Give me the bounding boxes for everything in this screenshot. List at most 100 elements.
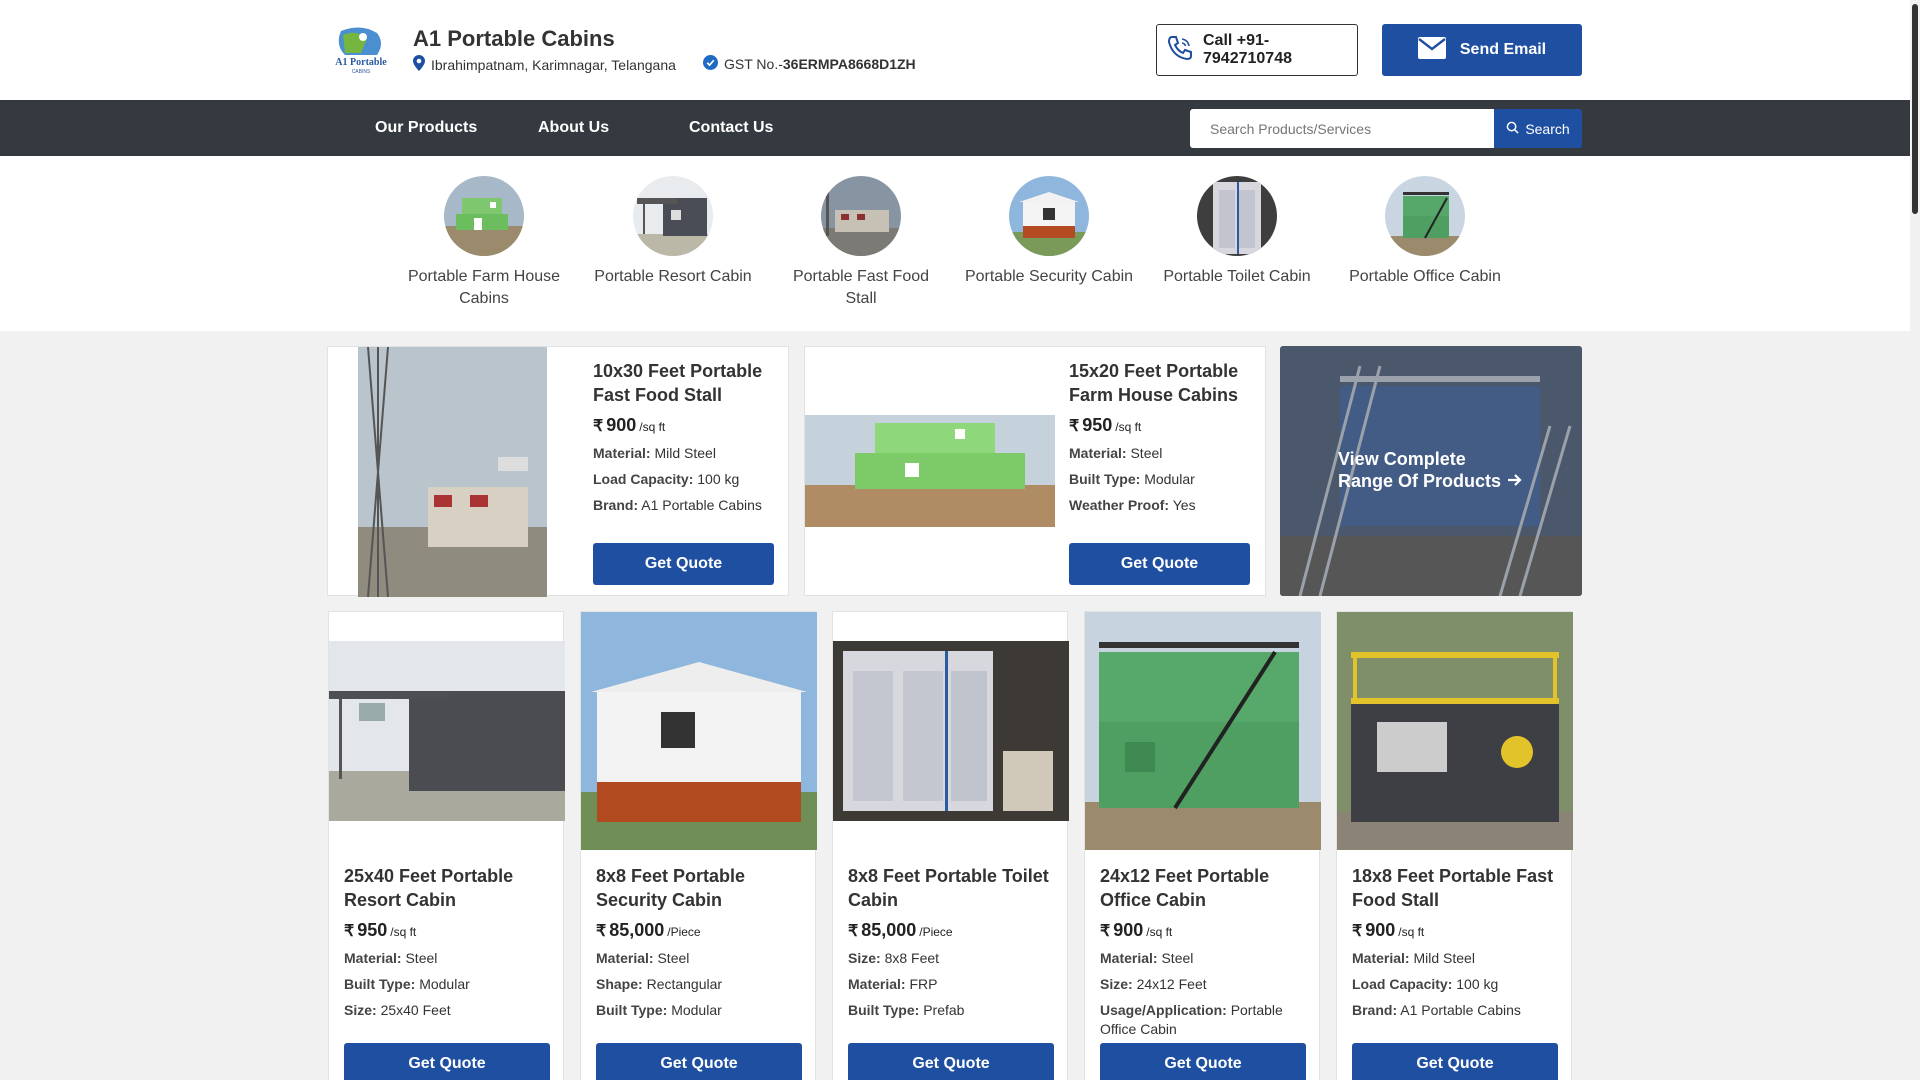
location-text: Ibrahimpatnam, Karimnagar, Telangana [431, 56, 676, 73]
view-all-products-link[interactable]: View Complete Range Of Products [1280, 346, 1582, 596]
spec-row: Material: Steel [344, 950, 438, 966]
nav-our-products[interactable]: Our Products [375, 119, 477, 137]
spec-row: Size: 25x40 Feet [344, 1002, 451, 1018]
product-price: ₹ 900/sq ft [1100, 920, 1173, 940]
product-title[interactable]: 24x12 Feet Portable Office Cabin [1100, 864, 1306, 912]
product-image[interactable] [805, 415, 1055, 527]
product-card[interactable]: 25x40 Feet Portable Resort Cabin ₹ 950/s… [328, 611, 565, 1080]
gst-label: GST No.- [724, 56, 783, 72]
category-image [444, 176, 524, 256]
product-title[interactable]: 15x20 Feet Portable Farm House Cabins [1069, 359, 1254, 407]
category-farm-house[interactable]: Portable Farm House Cabins [399, 176, 569, 310]
product-image[interactable] [1337, 612, 1573, 850]
get-quote-button[interactable]: Get Quote [1100, 1043, 1306, 1080]
search-label: Search [1525, 120, 1570, 137]
spec-row: Built Type: Modular [596, 1002, 722, 1018]
svg-text:A1 Portable: A1 Portable [335, 57, 387, 68]
arrow-right-icon [1507, 470, 1523, 492]
spec-row: Built Type: Prefab [848, 1002, 965, 1018]
product-title[interactable]: 8x8 Feet Portable Toilet Cabin [848, 864, 1054, 912]
spec-row: Material: Mild Steel [1352, 950, 1475, 966]
product-price: ₹ 950/sq ft [344, 920, 417, 940]
product-image[interactable] [1085, 612, 1321, 850]
product-card[interactable]: 8x8 Feet Portable Security Cabin ₹ 85,00… [580, 611, 817, 1080]
verified-check-icon [703, 55, 718, 73]
price-value: 900 [606, 415, 637, 435]
spec-row: Brand: A1 Portable Cabins [593, 497, 762, 513]
spec-row: Usage/Application: Portable Office Cabin [1100, 1002, 1283, 1037]
price-unit: /sq ft [1115, 420, 1142, 434]
product-title[interactable]: 25x40 Feet Portable Resort Cabin [344, 864, 550, 912]
nav-about-us[interactable]: About Us [538, 119, 609, 137]
site-header: A1 Portable CABINS A1 Portable Cabins Ib… [0, 0, 1910, 100]
view-all-text: View Complete Range Of Products [1338, 448, 1523, 492]
nav-contact-us[interactable]: Contact Us [689, 119, 773, 137]
product-title[interactable]: 18x8 Feet Portable Fast Food Stall [1352, 864, 1558, 912]
product-title[interactable]: 10x30 Feet Portable Fast Food Stall [593, 359, 773, 407]
product-title[interactable]: 8x8 Feet Portable Security Cabin [596, 864, 802, 912]
category-toilet-cabin[interactable]: Portable Toilet Cabin [1152, 176, 1322, 288]
category-image [1197, 176, 1277, 256]
email-label: Send Email [1459, 41, 1547, 58]
get-quote-button[interactable]: Get Quote [596, 1043, 802, 1080]
product-image[interactable] [358, 347, 547, 597]
price-unit: /sq ft [639, 420, 666, 434]
product-price: ₹ 900/sq ft [1352, 920, 1425, 940]
spec-row: Brand: A1 Portable Cabins [1352, 1002, 1521, 1018]
price-value: 950 [1082, 415, 1113, 435]
get-quote-button[interactable]: Get Quote [848, 1043, 1054, 1080]
category-label: Portable Office Cabin [1349, 268, 1501, 285]
rupee-icon: ₹ [1100, 923, 1111, 940]
category-fast-food-stall[interactable]: Portable Fast Food Stall [776, 176, 946, 310]
get-quote-button[interactable]: Get Quote [344, 1043, 550, 1080]
search-button[interactable]: Search [1494, 109, 1582, 148]
spec-row: Shape: Rectangular [596, 976, 723, 992]
product-price: ₹ 85,000/Piece [848, 920, 953, 940]
rupee-icon: ₹ [593, 418, 604, 435]
product-image[interactable] [581, 612, 817, 850]
featured-product-card[interactable]: 10x30 Feet Portable Fast Food Stall ₹ 90… [327, 346, 789, 597]
spec-row: Material: Steel [596, 950, 690, 966]
spec-row: Load Capacity: 100 kg [593, 471, 740, 487]
main-nav: Our Products About Us Contact Us Search [0, 100, 1910, 156]
get-quote-button[interactable]: Get Quote [1352, 1043, 1558, 1080]
mail-icon [1417, 36, 1446, 64]
product-price: ₹ 950 /sq ft [1069, 415, 1254, 436]
get-quote-button[interactable]: Get Quote [1069, 543, 1250, 585]
search-icon [1506, 121, 1519, 137]
call-label: Call +91-7942710748 [1203, 32, 1292, 67]
spec-row: Material: FRP [848, 976, 938, 992]
gst-info: GST No.-36ERMPA8668D1ZH [703, 55, 916, 73]
company-name[interactable]: A1 Portable Cabins [413, 26, 615, 52]
category-office-cabin[interactable]: Portable Office Cabin [1340, 176, 1510, 288]
product-card[interactable]: 8x8 Feet Portable Toilet Cabin ₹ 85,000/… [832, 611, 1069, 1080]
svg-text:CABINS: CABINS [352, 69, 371, 75]
company-logo[interactable]: A1 Portable CABINS [327, 25, 395, 77]
scrollbar-thumb[interactable] [1912, 4, 1918, 214]
product-price: ₹ 900 /sq ft [593, 415, 773, 436]
product-card[interactable]: 18x8 Feet Portable Fast Food Stall ₹ 900… [1336, 611, 1573, 1080]
page-scrollbar[interactable] [1910, 0, 1920, 1080]
search-input[interactable] [1190, 109, 1494, 148]
get-quote-button[interactable]: Get Quote [593, 543, 774, 585]
rupee-icon: ₹ [344, 923, 355, 940]
call-button[interactable]: Call +91-7942710748 [1156, 24, 1358, 76]
gst-number: 36ERMPA8668D1ZH [782, 56, 916, 72]
spec-row: Weather Proof: Yes [1069, 497, 1196, 513]
product-card[interactable]: 24x12 Feet Portable Office Cabin ₹ 900/s… [1084, 611, 1321, 1080]
spec-row: Built Type: Modular [344, 976, 470, 992]
spec-row: Material: Steel [1069, 445, 1163, 461]
category-security-cabin[interactable]: Portable Security Cabin [964, 176, 1134, 288]
company-location: Ibrahimpatnam, Karimnagar, Telangana [413, 55, 676, 74]
spec-row: Load Capacity: 100 kg [1352, 976, 1499, 992]
send-email-button[interactable]: Send Email [1382, 24, 1582, 76]
spec-row: Material: Mild Steel [593, 445, 716, 461]
product-image[interactable] [833, 641, 1069, 821]
rupee-icon: ₹ [596, 923, 607, 940]
category-image [1009, 176, 1089, 256]
featured-product-card[interactable]: 15x20 Feet Portable Farm House Cabins ₹ … [804, 346, 1266, 596]
category-resort-cabin[interactable]: Portable Resort Cabin [588, 176, 758, 288]
product-image[interactable] [329, 641, 565, 821]
category-label: Portable Fast Food Stall [792, 268, 930, 307]
category-label: Portable Resort Cabin [594, 268, 752, 285]
